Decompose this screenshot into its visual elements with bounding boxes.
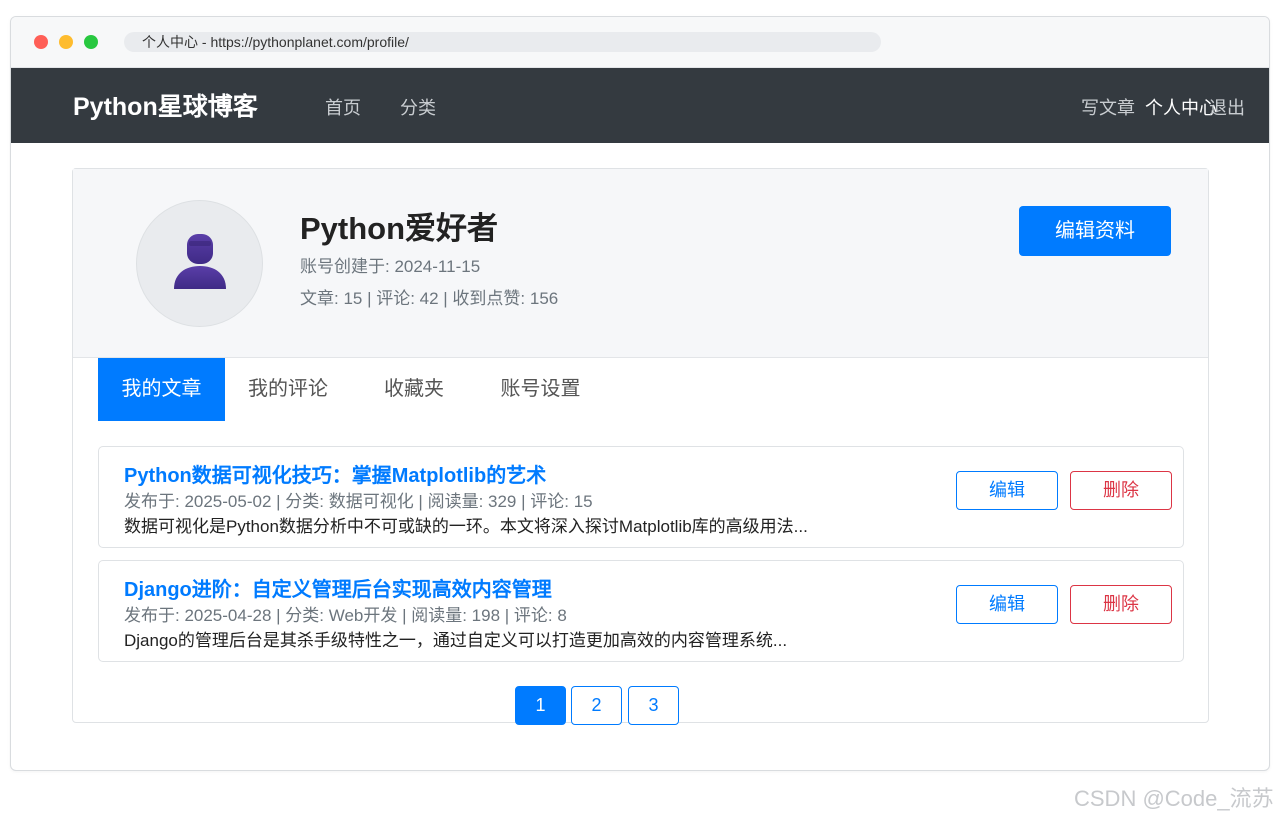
delete-article-button[interactable]: 删除 <box>1070 585 1172 624</box>
nav-link-home[interactable]: 首页 <box>325 94 361 120</box>
profile-stats: 文章: 15 | 评论: 42 | 收到点赞: 156 <box>300 289 559 308</box>
edit-profile-button[interactable]: 编辑资料 <box>1019 206 1171 256</box>
page-button-1[interactable]: 1 <box>515 686 566 725</box>
avatar <box>136 200 263 327</box>
account-created-date: 账号创建于: 2024-11-15 <box>300 257 481 276</box>
minimize-window-icon[interactable] <box>59 35 73 49</box>
profile-header: Python爱好者 账号创建于: 2024-11-15 文章: 15 | 评论:… <box>73 169 1208 358</box>
article-excerpt: Django的管理后台是其杀手级特性之一，通过自定义可以打造更加高效的内容管理系… <box>124 631 788 650</box>
article-item: Python数据可视化技巧：掌握Matplotlib的艺术 发布于: 2025-… <box>98 446 1184 548</box>
article-meta: 发布于: 2025-04-28 | 分类: Web开发 | 阅读量: 198 |… <box>124 606 567 625</box>
page-button-2[interactable]: 2 <box>571 686 622 725</box>
article-title-link[interactable]: Python数据可视化技巧：掌握Matplotlib的艺术 <box>124 459 546 488</box>
nav-link-write-article[interactable]: 写文章 <box>1081 94 1135 120</box>
profile-card: Python爱好者 账号创建于: 2024-11-15 文章: 15 | 评论:… <box>72 168 1209 725</box>
page-button-3[interactable]: 3 <box>628 686 679 725</box>
tab-my-articles[interactable]: 我的文章 <box>98 358 225 421</box>
address-bar[interactable]: 个人中心 - https://pythonplanet.com/profile/ <box>124 32 881 52</box>
user-avatar-icon <box>174 234 226 289</box>
top-navbar: Python星球博客 首页 分类 写文章 个人中心 退出 <box>11 68 1269 143</box>
tab-my-comments[interactable]: 我的评论 <box>225 358 351 421</box>
close-window-icon[interactable] <box>34 35 48 49</box>
article-item: Django进阶：自定义管理后台实现高效内容管理 发布于: 2025-04-28… <box>98 560 1184 662</box>
maximize-window-icon[interactable] <box>84 35 98 49</box>
article-title-link[interactable]: Django进阶：自定义管理后台实现高效内容管理 <box>124 573 552 602</box>
tab-favorites[interactable]: 收藏夹 <box>351 358 477 421</box>
nav-link-categories[interactable]: 分类 <box>400 94 436 120</box>
edit-article-button[interactable]: 编辑 <box>956 471 1058 510</box>
browser-titlebar: 个人中心 - https://pythonplanet.com/profile/ <box>11 17 1269 68</box>
site-brand[interactable]: Python星球博客 <box>73 87 258 123</box>
profile-username: Python爱好者 <box>300 211 499 246</box>
tab-account-settings[interactable]: 账号设置 <box>477 358 604 421</box>
nav-link-logout[interactable]: 退出 <box>1209 94 1245 120</box>
article-meta: 发布于: 2025-05-02 | 分类: 数据可视化 | 阅读量: 329 |… <box>124 492 593 511</box>
delete-article-button[interactable]: 删除 <box>1070 471 1172 510</box>
browser-window: 个人中心 - https://pythonplanet.com/profile/… <box>10 16 1270 771</box>
watermark: CSDN @Code_流苏 <box>1074 786 1274 811</box>
nav-link-profile[interactable]: 个人中心 <box>1145 94 1217 120</box>
article-excerpt: 数据可视化是Python数据分析中不可或缺的一环。本文将深入探讨Matplotl… <box>124 517 808 536</box>
edit-article-button[interactable]: 编辑 <box>956 585 1058 624</box>
